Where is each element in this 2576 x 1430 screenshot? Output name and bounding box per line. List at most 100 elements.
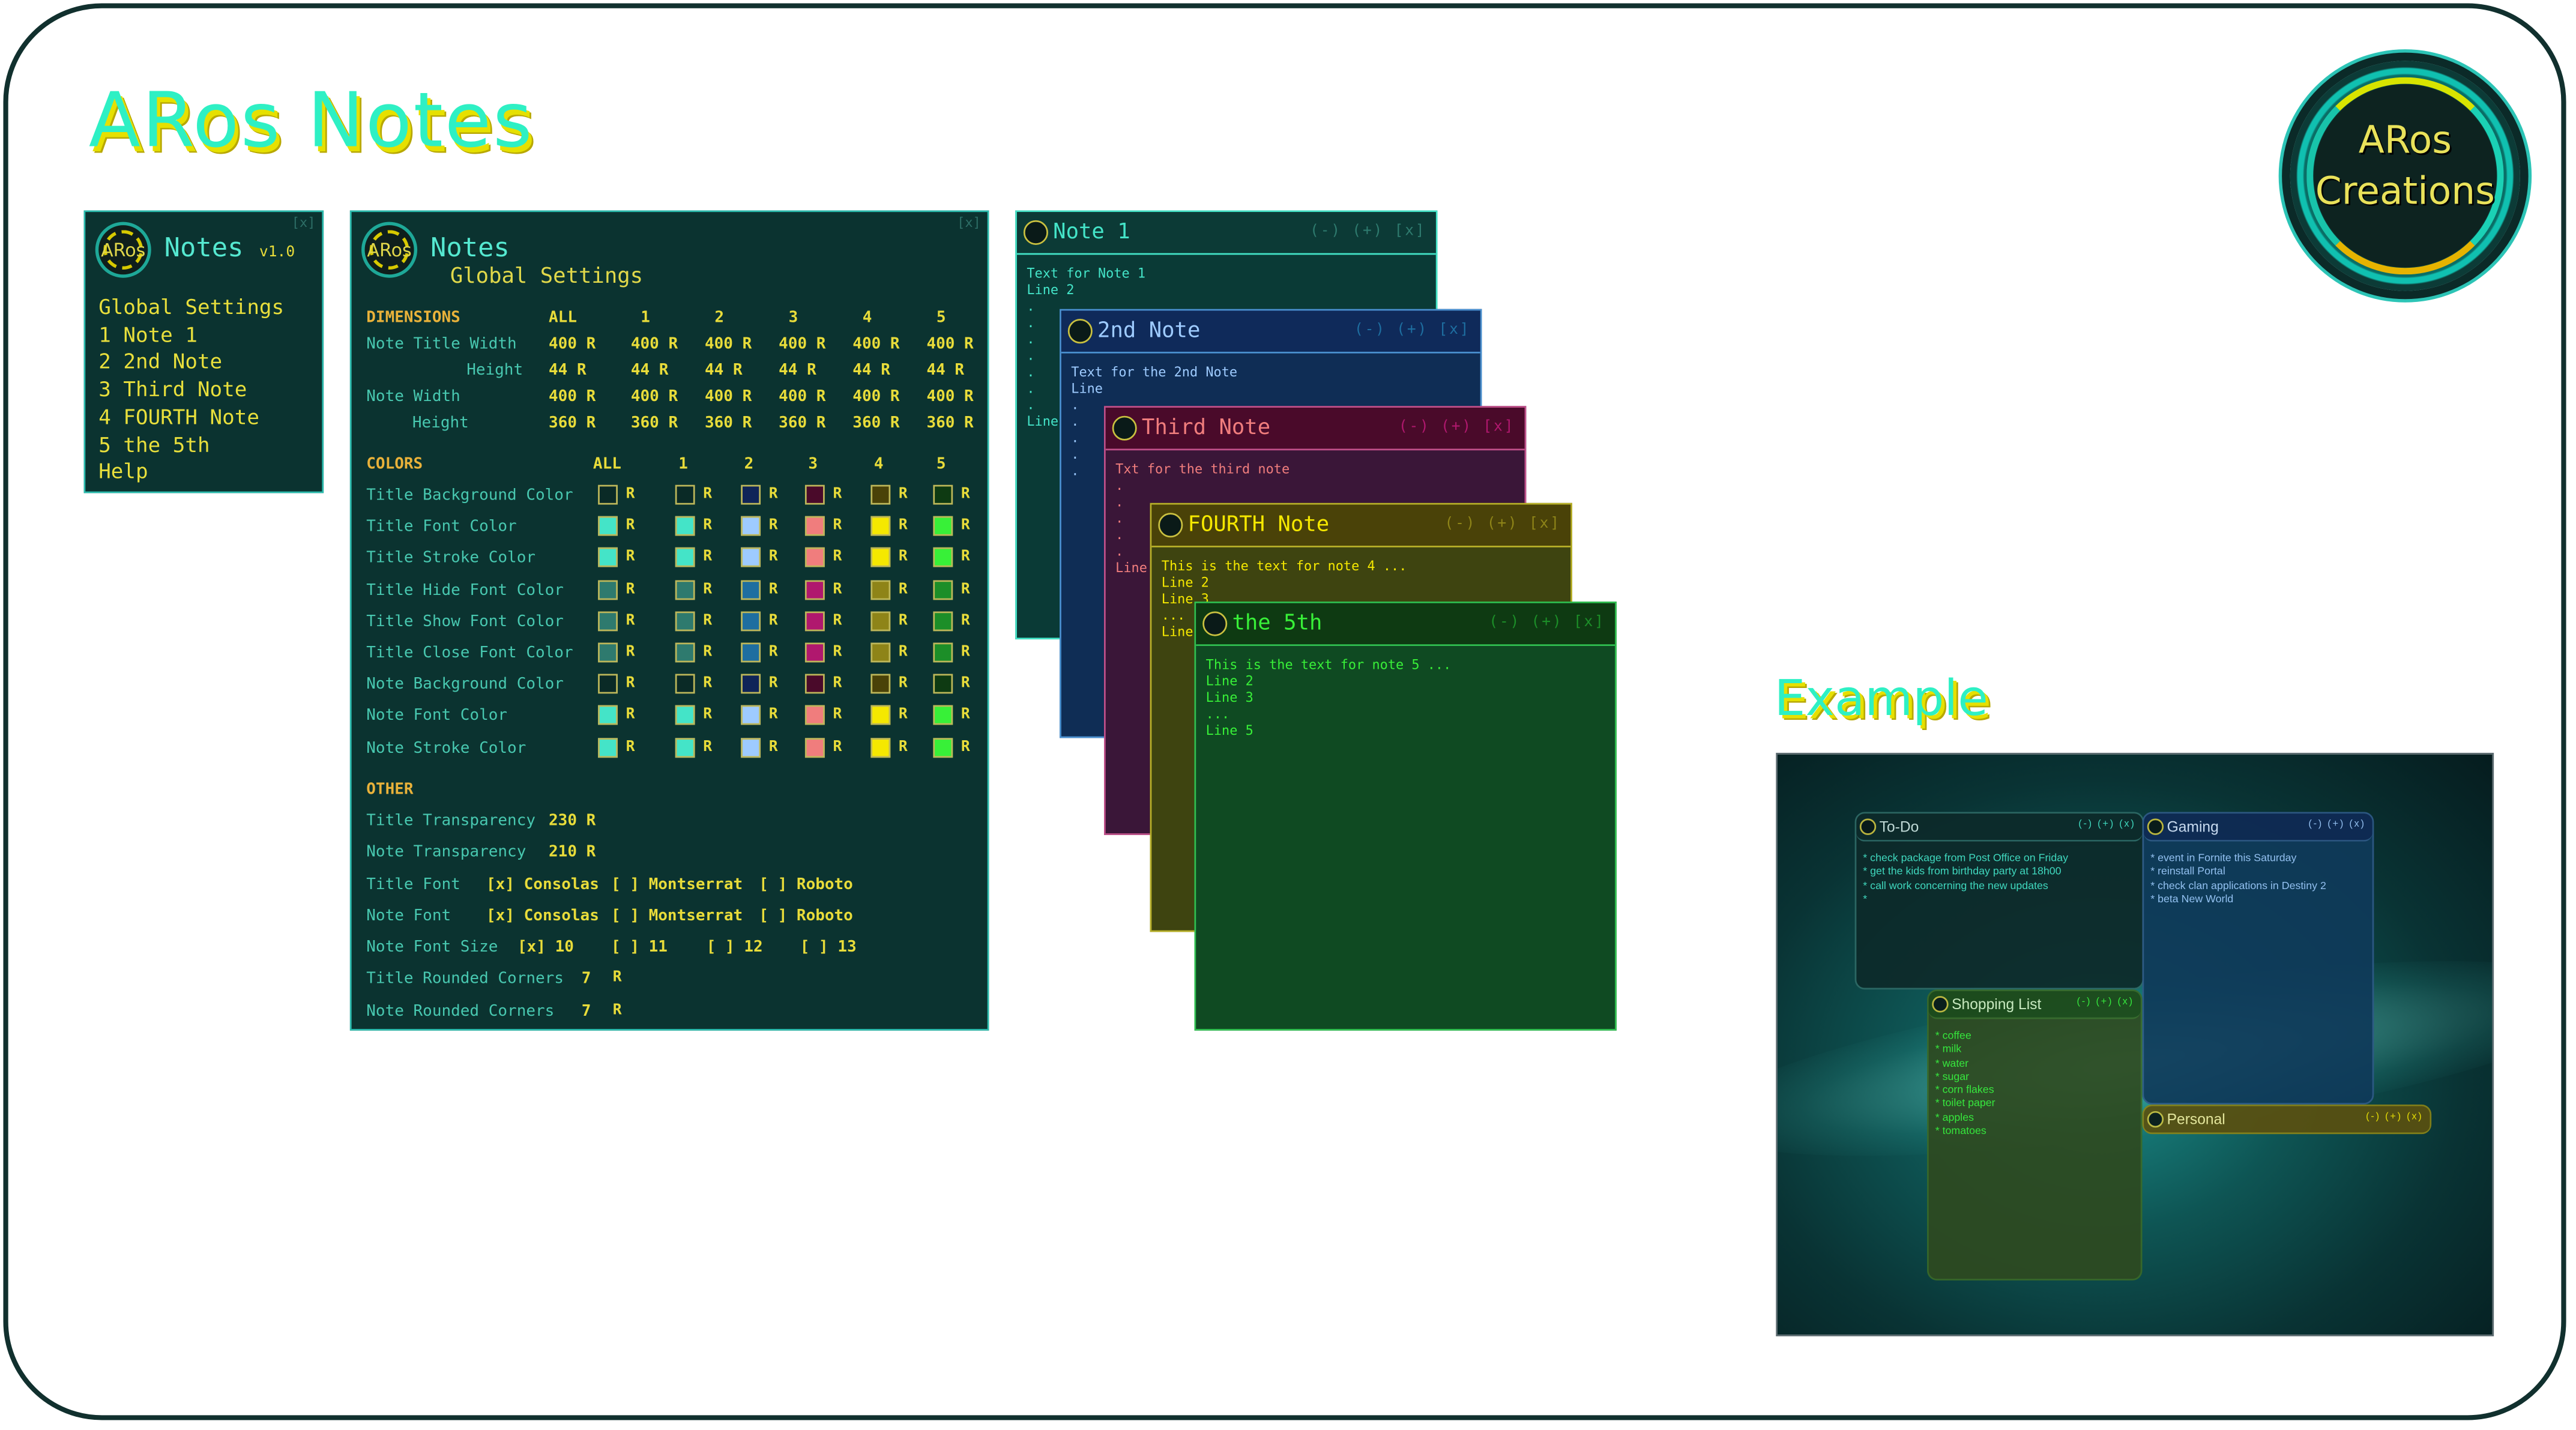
- reset-button[interactable]: R: [703, 613, 712, 629]
- color-swatch[interactable]: [741, 484, 761, 505]
- color-swatch[interactable]: [675, 642, 695, 663]
- reset-button[interactable]: R: [899, 613, 908, 629]
- reset-button[interactable]: R: [833, 518, 842, 534]
- note-body-text[interactable]: This is the text for note 5 ... Line 2 L…: [1206, 657, 1452, 740]
- reset-button[interactable]: R: [961, 739, 970, 755]
- reset-button[interactable]: R: [833, 486, 842, 502]
- color-swatch[interactable]: [598, 579, 618, 600]
- example-note-title-bar[interactable]: Personal (-) (+) (x): [2144, 1106, 2430, 1135]
- settings-close-button[interactable]: [x]: [957, 216, 981, 231]
- dimension-value[interactable]: 400 R: [549, 336, 596, 354]
- dimension-value[interactable]: 400 R: [852, 336, 899, 354]
- reset-button[interactable]: R: [703, 581, 712, 597]
- color-swatch[interactable]: [741, 674, 761, 694]
- color-swatch[interactable]: [741, 737, 761, 758]
- example-note-1[interactable]: To-Do (-) (+) (x) * check package from Pos…: [1854, 812, 2144, 990]
- example-note-2[interactable]: Gaming (-) (+) (x) * event in Fornite this…: [2142, 812, 2374, 1105]
- dimension-value[interactable]: 44 R: [549, 361, 587, 379]
- dimension-value[interactable]: 360 R: [705, 414, 752, 432]
- example-note-body[interactable]: * event in Fornite this Saturday * reins…: [2150, 853, 2326, 908]
- color-swatch[interactable]: [675, 516, 695, 537]
- reset-button[interactable]: R: [703, 550, 712, 566]
- color-swatch[interactable]: [933, 611, 953, 631]
- dimension-value[interactable]: 44 R: [926, 361, 964, 379]
- reset-button[interactable]: R: [833, 676, 842, 692]
- color-swatch[interactable]: [933, 484, 953, 505]
- reset-button[interactable]: R: [769, 707, 778, 723]
- reset-button[interactable]: R: [899, 676, 908, 692]
- note-title-bar[interactable]: Note 1 (-) (+) [x]: [1016, 212, 1436, 255]
- note-title-bar[interactable]: the 5th (-) (+) [x]: [1196, 603, 1615, 646]
- note-font-size-option[interactable]: [ ] 11: [611, 938, 668, 956]
- note-font-option[interactable]: [ ] Roboto: [759, 907, 853, 925]
- menu-item-note-5[interactable]: 5 the 5th: [98, 432, 284, 459]
- reset-button[interactable]: R: [769, 550, 778, 566]
- color-swatch[interactable]: [870, 579, 891, 600]
- reset-button[interactable]: R: [626, 550, 635, 566]
- reset-button[interactable]: R: [961, 707, 970, 723]
- color-swatch[interactable]: [804, 548, 825, 568]
- dimension-value[interactable]: 44 R: [779, 361, 816, 379]
- reset-button[interactable]: R: [703, 676, 712, 692]
- reset-button[interactable]: R: [899, 581, 908, 597]
- dimension-value[interactable]: 400 R: [926, 388, 973, 406]
- reset-button[interactable]: R: [899, 550, 908, 566]
- color-swatch[interactable]: [804, 484, 825, 505]
- menu-item-note-2[interactable]: 2 2nd Note: [98, 349, 284, 377]
- dimension-value[interactable]: 360 R: [549, 414, 596, 432]
- title-corners-value[interactable]: 7: [582, 970, 591, 988]
- reset-button[interactable]: R: [833, 550, 842, 566]
- title-transparency-value[interactable]: 230 R: [549, 812, 596, 830]
- color-swatch[interactable]: [933, 548, 953, 568]
- reset-button[interactable]: R: [626, 486, 635, 502]
- color-swatch[interactable]: [933, 642, 953, 663]
- color-swatch[interactable]: [870, 484, 891, 505]
- note-transparency-value[interactable]: 210 R: [549, 843, 596, 861]
- note-corners-value[interactable]: 7: [582, 1003, 591, 1021]
- color-swatch[interactable]: [598, 548, 618, 568]
- reset-button[interactable]: R: [769, 581, 778, 597]
- color-swatch[interactable]: [933, 737, 953, 758]
- note-font-option[interactable]: [x] Consolas: [486, 907, 599, 925]
- color-swatch[interactable]: [741, 579, 761, 600]
- dimension-value[interactable]: 360 R: [852, 414, 899, 432]
- example-note-controls[interactable]: (-) (+) (x): [2366, 1113, 2423, 1123]
- reset-button[interactable]: R: [961, 613, 970, 629]
- reset-button[interactable]: R: [961, 518, 970, 534]
- reset-button[interactable]: R: [703, 739, 712, 755]
- color-swatch[interactable]: [933, 516, 953, 537]
- dimension-value[interactable]: 400 R: [779, 388, 825, 406]
- color-swatch[interactable]: [933, 674, 953, 694]
- note-window-controls[interactable]: (-) (+) [x]: [1399, 419, 1515, 435]
- reset-button[interactable]: R: [833, 739, 842, 755]
- example-note-controls[interactable]: (-) (+) (x): [2077, 998, 2134, 1007]
- reset-button[interactable]: R: [961, 676, 970, 692]
- color-swatch[interactable]: [598, 484, 618, 505]
- reset-button[interactable]: R: [961, 581, 970, 597]
- color-swatch[interactable]: [741, 548, 761, 568]
- reset-button[interactable]: R: [899, 707, 908, 723]
- reset-button[interactable]: R: [626, 644, 635, 660]
- color-swatch[interactable]: [598, 611, 618, 631]
- color-swatch[interactable]: [598, 642, 618, 663]
- color-swatch[interactable]: [598, 737, 618, 758]
- example-note-body[interactable]: * coffee * milk * water * sugar * corn f…: [1935, 1031, 1995, 1140]
- color-swatch[interactable]: [870, 516, 891, 537]
- color-swatch[interactable]: [804, 737, 825, 758]
- dimension-value[interactable]: 400 R: [631, 336, 678, 354]
- color-swatch[interactable]: [741, 611, 761, 631]
- color-swatch[interactable]: [870, 548, 891, 568]
- menu-item-note-1[interactable]: 1 Note 1: [98, 322, 284, 349]
- dimension-value[interactable]: 360 R: [926, 414, 973, 432]
- reset-button[interactable]: R: [833, 707, 842, 723]
- color-swatch[interactable]: [598, 705, 618, 726]
- note-window-controls[interactable]: (-) (+) [x]: [1489, 615, 1605, 631]
- reset-button[interactable]: R: [899, 739, 908, 755]
- color-swatch[interactable]: [741, 516, 761, 537]
- example-note-controls[interactable]: (-) (+) (x): [2308, 820, 2365, 830]
- color-swatch[interactable]: [675, 737, 695, 758]
- color-swatch[interactable]: [804, 516, 825, 537]
- dimension-value[interactable]: 360 R: [631, 414, 678, 432]
- color-swatch[interactable]: [675, 705, 695, 726]
- example-note-title-bar[interactable]: Shopping List (-) (+) (x): [1928, 991, 2141, 1019]
